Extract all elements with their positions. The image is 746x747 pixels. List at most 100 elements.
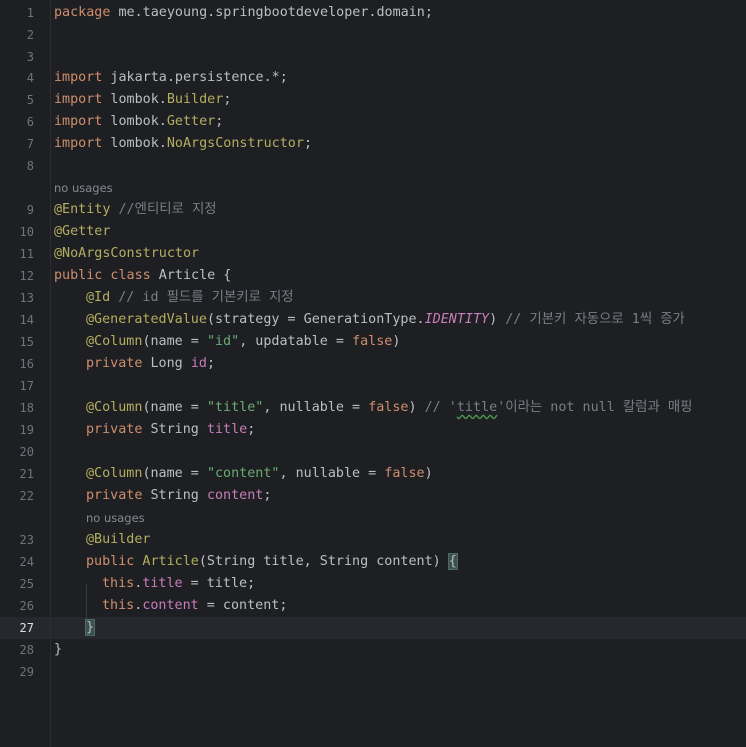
line-number: 1 (26, 6, 34, 20)
code-line[interactable]: this.content = content; (102, 595, 287, 617)
line-number: 24 (19, 555, 34, 569)
line-number: 23 (19, 533, 34, 547)
code-text: ) (489, 312, 498, 327)
line-number: 4 (26, 71, 34, 85)
field-name: id (190, 356, 207, 371)
keyword: false (368, 400, 409, 415)
annotation: @Column (86, 334, 143, 349)
code-text: (name = (142, 400, 207, 415)
semicolon: ; (206, 356, 215, 371)
code-line[interactable]: @Column(name = "content", nullable = fal… (86, 463, 433, 485)
semicolon: ; (223, 92, 232, 107)
annotation: @Column (86, 400, 143, 415)
import-class: Getter (166, 114, 216, 129)
string-literal: "title" (206, 400, 264, 415)
semicolon: ; (263, 488, 272, 503)
code-line[interactable]: private Long id; (86, 353, 215, 375)
keyword: package (54, 5, 111, 20)
code-line[interactable]: import jakarta.persistence.*; (54, 67, 288, 89)
code-line[interactable]: public Article(String title, String cont… (86, 551, 458, 573)
code-line[interactable]: private String title; (86, 419, 255, 441)
constructor-name: Article (134, 554, 199, 569)
line-number: 22 (19, 489, 34, 503)
code-text: , updatable = (239, 334, 353, 349)
line-number: 26 (19, 599, 34, 613)
code-line[interactable]: @GeneratedValue(strategy = GenerationTyp… (86, 309, 685, 331)
code-line[interactable]: @Getter (54, 221, 110, 243)
code-area[interactable]: package me.taeyoung.springbootdeveloper.… (54, 0, 746, 747)
semicolon: ; (247, 422, 256, 437)
keyword: private (86, 422, 143, 437)
code-line[interactable]: import lombok.NoArgsConstructor; (54, 133, 312, 155)
field-name: content (142, 598, 199, 613)
code-editor[interactable]: 1 2 3 4 5 6 7 8 9 10 11 12 13 14 15 16 1… (0, 0, 746, 747)
field-name: content (206, 488, 264, 503)
comment: '이라는 not null 칼럼과 매핑 (497, 400, 693, 415)
string-literal: "content" (206, 466, 280, 481)
line-number-gutter[interactable]: 1 2 3 4 5 6 7 8 9 10 11 12 13 14 15 16 1… (0, 0, 51, 747)
type-name: String (142, 488, 207, 503)
field-name: title (206, 422, 248, 437)
line-number: 8 (26, 159, 34, 173)
annotation: @NoArgsConstructor (54, 246, 200, 261)
line-number: 13 (19, 291, 34, 305)
code-line[interactable]: public class Article { (54, 265, 231, 287)
line-number: 11 (19, 247, 34, 261)
keyword: public (86, 554, 135, 569)
comment: //엔티티로 지정 (110, 202, 217, 217)
code-line[interactable]: } (54, 639, 62, 661)
annotation: @GeneratedValue (86, 312, 207, 327)
code-line[interactable]: import lombok.Builder; (54, 89, 231, 111)
import-path: lombok. (102, 92, 167, 107)
line-number: 3 (26, 50, 34, 64)
import-path: lombok. (102, 114, 167, 129)
keyword: private (86, 488, 143, 503)
code-line[interactable]: this.title = title; (102, 573, 255, 595)
code-text: ) (408, 400, 425, 415)
code-line[interactable]: @Builder (86, 529, 151, 551)
line-number: 19 (19, 423, 34, 437)
line-number: 15 (19, 335, 34, 349)
keyword: this (102, 598, 135, 613)
code-text: = content; (198, 598, 288, 613)
code-line[interactable]: @Column(name = "id", updatable = false) (86, 331, 400, 353)
line-number: 29 (19, 665, 34, 679)
code-line[interactable]: package me.taeyoung.springbootdeveloper.… (54, 2, 433, 24)
line-number: 21 (19, 467, 34, 481)
code-line[interactable]: @Column(name = "title", nullable = false… (86, 397, 692, 419)
line-number: 6 (26, 115, 34, 129)
usages-hint[interactable]: no usages (86, 507, 145, 529)
code-line[interactable]: import lombok.Getter; (54, 111, 223, 133)
code-text: = title; (182, 576, 256, 591)
closing-brace: } (54, 642, 63, 657)
annotation: @Getter (54, 224, 111, 239)
string-literal: "id" (206, 334, 240, 349)
import-path: lombok. (102, 136, 167, 151)
code-line-current[interactable]: } (84, 617, 96, 639)
annotation: @Builder (86, 532, 151, 547)
code-line[interactable]: private String content; (86, 485, 271, 507)
comment-spellcheck-word[interactable]: title (457, 400, 497, 415)
keyword: import (54, 136, 103, 151)
usages-hint[interactable]: no usages (54, 177, 113, 199)
line-number: 2 (26, 28, 34, 42)
semicolon: ; (215, 114, 224, 129)
line-number: 9 (26, 203, 34, 217)
keyword: false (352, 334, 393, 349)
keyword: import (54, 70, 103, 85)
code-line[interactable]: @Entity //엔티티로 지정 (54, 199, 217, 221)
code-line[interactable]: @Id // id 필드를 기본키로 지정 (86, 287, 294, 309)
matched-brace: } (84, 619, 96, 636)
matched-brace: { (447, 553, 458, 570)
parameter-list: (String title, String content) (198, 554, 449, 569)
annotation: @Id (86, 290, 111, 305)
code-text: , nullable = (263, 400, 369, 415)
line-number: 28 (19, 643, 34, 657)
line-number: 25 (19, 577, 34, 591)
semicolon: ; (303, 136, 312, 151)
package-name: me.taeyoung.springbootdeveloper.domain; (110, 5, 433, 20)
code-text: ) (424, 466, 433, 481)
code-line[interactable]: @NoArgsConstructor (54, 243, 199, 265)
line-number: 12 (19, 269, 34, 283)
keyword: false (384, 466, 425, 481)
